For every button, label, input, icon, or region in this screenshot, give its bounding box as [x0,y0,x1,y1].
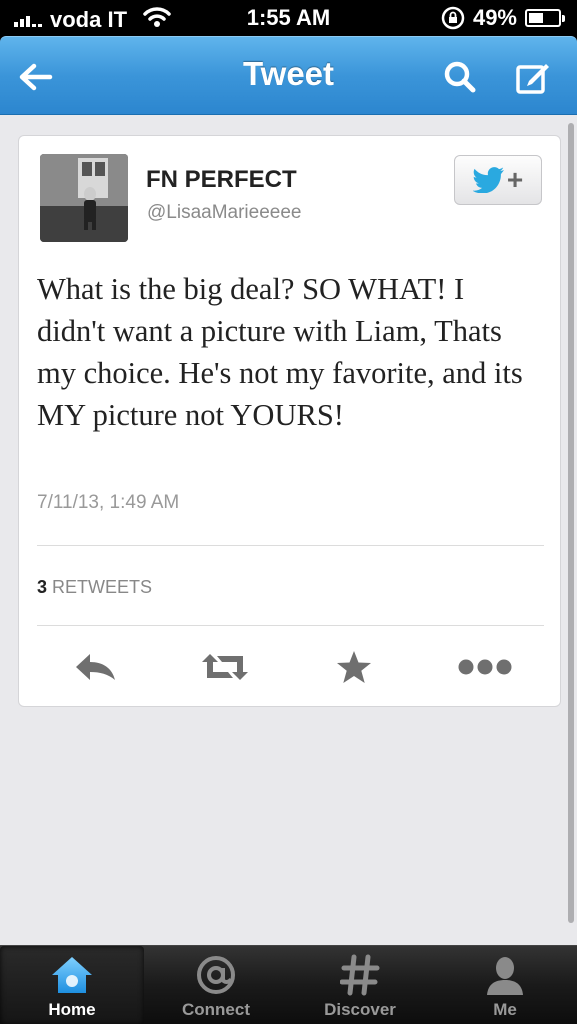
retweet-icon[interactable] [195,645,255,689]
tab-me[interactable]: Me [433,946,577,1024]
page-title: Tweet [242,55,335,92]
navigation-bar: Tweet [0,36,577,115]
tab-connect[interactable]: Connect [144,946,288,1024]
scrollbar[interactable] [568,123,574,923]
more-icon[interactable] [455,645,515,689]
battery-fill [529,13,543,23]
favorite-star-icon[interactable] [324,645,384,689]
reply-icon[interactable] [65,645,125,689]
follow-button[interactable]: + [454,155,542,205]
tab-connect-label: Connect [182,1000,250,1019]
at-icon [144,954,288,996]
tab-bar: Home Connect Discover Me [0,945,577,1024]
home-icon [0,954,144,996]
divider [37,625,544,626]
status-bar: voda IT 1:55 AM 49% [0,0,577,36]
retweet-label: RETWEETS [52,577,153,597]
user-name[interactable]: FN PERFECT [146,166,297,194]
content-area[interactable]: FN PERFECT @LisaaMarieeeee + What is the… [0,115,577,945]
tweet-timestamp: 7/11/13, 1:49 AM [37,492,180,513]
tab-discover[interactable]: Discover [288,946,432,1024]
tab-me-label: Me [493,1000,517,1019]
person-icon [433,954,577,996]
compose-icon[interactable] [511,55,555,99]
tab-discover-label: Discover [324,1000,396,1019]
tweet-text: What is the big deal? SO WHAT! I didn't … [37,272,523,432]
divider [37,545,544,546]
battery-percent: 49% [472,5,517,30]
user-handle[interactable]: @LisaaMarieeeee [147,202,302,224]
tab-home[interactable]: Home [0,946,144,1024]
search-icon[interactable] [438,55,482,99]
retweet-number: 3 [37,577,48,597]
tab-home-label: Home [48,1000,96,1019]
hash-icon [288,954,432,996]
twitter-bird-follow-icon [472,167,504,193]
rotation-lock-icon [441,6,465,30]
tweet-card: FN PERFECT @LisaaMarieeeee + What is the… [18,135,561,707]
battery-icon [525,9,565,27]
retweet-count[interactable]: 3 RETWEETS [37,577,152,598]
avatar[interactable] [40,154,128,242]
